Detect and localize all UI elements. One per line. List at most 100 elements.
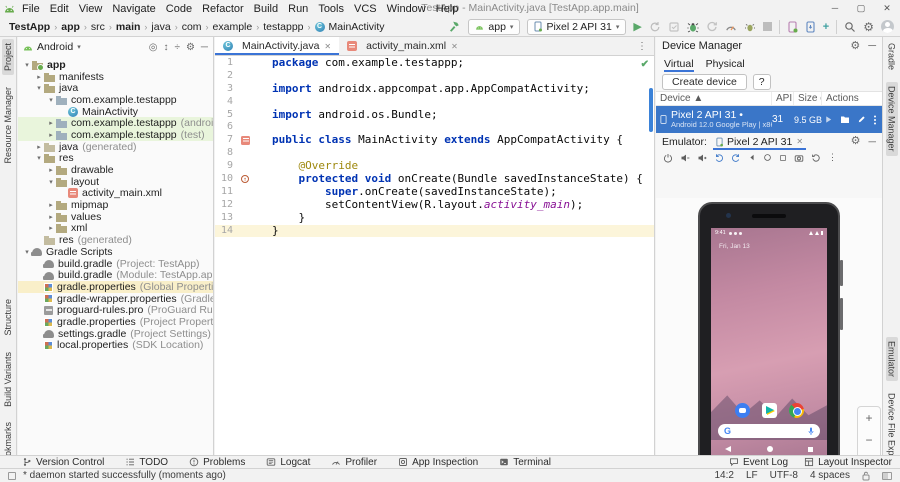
menu-navigate[interactable]: Navigate <box>107 3 160 15</box>
locate-file-icon[interactable]: ◎ <box>149 42 158 53</box>
emulator-settings-icon[interactable]: ⚙ <box>851 136 861 147</box>
close-emulator-tab-icon[interactable]: ✕ <box>796 137 803 146</box>
close-button[interactable]: ✕ <box>874 0 900 17</box>
breadcrumb-item[interactable]: java <box>148 21 173 33</box>
run-config-select[interactable]: app ▾ <box>468 18 521 35</box>
expand-all-icon[interactable]: ↕ <box>163 42 168 53</box>
line-number[interactable]: 10 <box>215 173 233 186</box>
gutter[interactable] <box>233 70 272 83</box>
phone-nav-bar[interactable] <box>725 443 813 455</box>
settings-icon[interactable]: ⚙ <box>863 21 874 33</box>
tool-window-problems[interactable]: Problems <box>189 457 245 468</box>
code-editor[interactable]: 1 package com.example.testappp; 2 3 import a… <box>215 56 654 455</box>
tree-collapse-icon[interactable]: ▾ <box>34 84 44 92</box>
menu-tools[interactable]: Tools <box>313 3 349 15</box>
project-tree-item[interactable]: ▸ manifests <box>18 71 213 83</box>
tab-activity-main-xml[interactable]: activity_main.xml ✕ <box>339 37 466 55</box>
scrollbar-marker[interactable] <box>649 88 653 132</box>
gutter[interactable] <box>233 160 272 173</box>
emulator-back-icon[interactable] <box>748 153 756 162</box>
menu-help[interactable]: Help <box>431 3 464 15</box>
lock-icon[interactable] <box>862 471 870 481</box>
device-row-pixel-2[interactable]: Pixel 2 API 31 • Android 12.0 Google Pla… <box>656 106 882 133</box>
attach-debugger-icon[interactable] <box>744 21 756 33</box>
project-tree-item[interactable]: ▾ com.example.testappp <box>18 94 213 106</box>
zoom-in-button[interactable]: + <box>865 412 872 424</box>
project-tree-item[interactable]: ▸ java (generated) <box>18 141 213 153</box>
project-tree-item[interactable]: gradle.properties(Project Properties) <box>18 316 213 328</box>
create-device-button[interactable]: Create device <box>662 73 747 90</box>
project-tree-item[interactable]: ▾ Gradle Scripts <box>18 246 213 258</box>
stop-icon[interactable] <box>762 22 772 31</box>
apply-code-changes-icon[interactable] <box>706 21 718 33</box>
inspection-ok-icon[interactable]: ✔ <box>641 59 649 70</box>
tool-strip-bookmarks[interactable]: Bookmarks <box>2 418 14 455</box>
breadcrumb-item[interactable]: app <box>58 21 83 33</box>
project-tree-item[interactable]: ▸ xml <box>18 223 213 235</box>
project-tree-item[interactable]: MainActivity <box>18 106 213 117</box>
chrome-app-icon[interactable] <box>788 403 804 418</box>
line-separator[interactable]: LF <box>746 470 758 481</box>
tree-expand-icon[interactable]: ▸ <box>46 131 56 139</box>
line-number[interactable]: 11 <box>215 186 233 199</box>
tool-strip-project[interactable]: Project <box>2 39 14 76</box>
tool-window-layout-inspector[interactable]: Layout Inspector <box>804 457 892 468</box>
line-number[interactable]: 5 <box>215 109 233 122</box>
project-tree-item[interactable]: local.properties (SDK Location) <box>18 340 213 351</box>
emulator-overview-icon[interactable] <box>779 154 787 162</box>
project-tree-item[interactable]: ▾ java <box>18 82 213 94</box>
tree-expand-icon[interactable]: ▸ <box>46 119 56 127</box>
help-button[interactable]: ? <box>752 73 771 90</box>
menu-edit[interactable]: Edit <box>45 3 74 15</box>
gutter[interactable] <box>233 225 272 238</box>
file-encoding[interactable]: UTF-8 <box>770 470 798 481</box>
tree-collapse-icon[interactable]: ▾ <box>34 154 44 162</box>
gutter[interactable] <box>233 212 272 225</box>
profiler-button-icon[interactable] <box>725 21 737 33</box>
caret-position[interactable]: 14:2 <box>714 470 733 481</box>
tree-expand-icon[interactable]: ▸ <box>34 143 44 151</box>
emulator-more-icon[interactable]: ⋮ <box>828 152 837 163</box>
column-header-api[interactable]: API <box>772 92 794 105</box>
memory-indicator-icon[interactable] <box>882 471 892 480</box>
tool-strip-gradle[interactable]: Gradle <box>886 39 898 74</box>
minimize-button[interactable]: ─ <box>822 0 848 17</box>
emulator-rotate-right-icon[interactable] <box>731 153 741 163</box>
tool-strip-build-variants[interactable]: Build Variants <box>2 348 14 411</box>
mic-icon[interactable] <box>808 427 814 436</box>
line-number[interactable]: 12 <box>215 199 233 212</box>
emulator-power-icon[interactable] <box>663 153 673 163</box>
tree-expand-icon[interactable]: ▸ <box>46 224 56 232</box>
tab-options-icon[interactable]: ⋮ <box>630 41 654 52</box>
line-number[interactable]: 2 <box>215 70 233 83</box>
menu-run[interactable]: Run <box>283 3 313 15</box>
tree-expand-icon[interactable]: ▸ <box>46 201 56 209</box>
tree-expand-icon[interactable]: ▸ <box>46 213 56 221</box>
tool-window-logcat[interactable]: Logcat <box>266 457 310 468</box>
project-tree-item[interactable]: gradle-wrapper.properties(Gradle Version… <box>18 293 213 304</box>
sync-project-icon[interactable]: + <box>823 21 829 33</box>
gutter[interactable] <box>233 199 272 212</box>
tool-window-profiler[interactable]: Profiler <box>331 457 377 468</box>
project-tree-item[interactable]: proguard-rules.pro(ProGuard Rules for Te… <box>18 304 213 316</box>
google-search-bar[interactable]: G <box>718 424 820 438</box>
hide-panel-icon[interactable]: ─ <box>201 42 208 53</box>
gutter[interactable] <box>233 147 272 160</box>
gutter[interactable] <box>233 96 272 109</box>
project-tree-item[interactable]: ▾ res <box>18 153 213 165</box>
project-tree-item[interactable]: build.gradle (Project: TestApp) <box>18 258 213 269</box>
profile-avatar[interactable] <box>881 20 894 33</box>
column-header-device[interactable]: Device ▲ <box>656 92 772 105</box>
emulator-camera-icon[interactable] <box>794 153 804 163</box>
breadcrumb-item[interactable]: MainActivity <box>312 21 388 33</box>
project-tree-item[interactable]: ▸ com.example.testappp (test) <box>18 129 213 141</box>
column-header-size[interactable]: Size o... <box>794 92 822 105</box>
line-number[interactable]: 14 <box>215 225 233 238</box>
project-tree-item[interactable]: res (generated) <box>18 234 213 246</box>
breadcrumb-item[interactable]: com <box>179 21 205 33</box>
folder-device-action-icon[interactable] <box>840 115 850 124</box>
tool-window-todo[interactable]: TODO <box>125 457 168 468</box>
gutter[interactable] <box>233 134 272 147</box>
emulator-home-icon[interactable] <box>763 153 772 162</box>
project-tree-item[interactable]: settings.gradle (Project Settings) <box>18 328 213 340</box>
